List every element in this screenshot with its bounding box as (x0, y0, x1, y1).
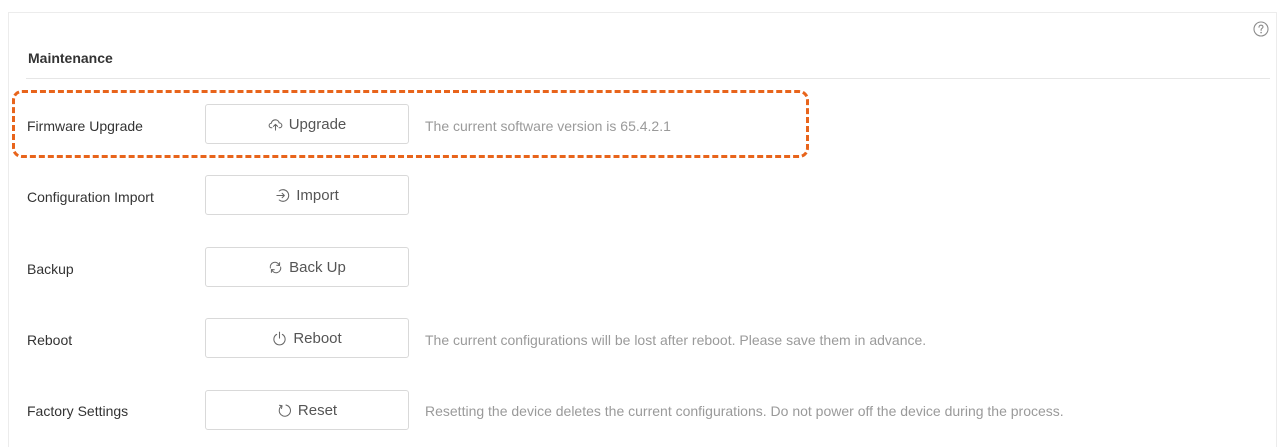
reset-button[interactable]: Reset (205, 390, 409, 430)
reboot-label: Reboot (27, 332, 73, 348)
sync-icon (268, 260, 283, 275)
reset-icon (277, 403, 292, 418)
reset-button-label: Reset (297, 401, 338, 419)
cloud-upload-icon (268, 117, 283, 132)
firmware-upgrade-label: Firmware Upgrade (27, 118, 143, 134)
import-icon (275, 188, 290, 203)
reboot-warning-text: The current configurations will be lost … (425, 332, 927, 348)
upgrade-button[interactable]: Upgrade (205, 104, 409, 144)
backup-label: Backup (27, 261, 74, 277)
factory-settings-label: Factory Settings (27, 403, 129, 419)
import-button-label: Import (296, 186, 339, 204)
back-up-button[interactable]: Back Up (205, 247, 409, 287)
software-version-text: The current software version is 65.4.2.1 (425, 118, 671, 134)
upgrade-button-label: Upgrade (288, 115, 347, 133)
reboot-button[interactable]: Reboot (205, 318, 409, 358)
back-up-button-label: Back Up (289, 258, 346, 276)
power-icon (272, 331, 287, 346)
import-button[interactable]: Import (205, 175, 409, 215)
section-title: Maintenance (28, 50, 113, 66)
reboot-button-label: Reboot (293, 329, 342, 347)
help-circle-icon[interactable] (1253, 21, 1269, 37)
reset-warning-text: Resetting the device deletes the current… (425, 403, 1064, 419)
configuration-import-label: Configuration Import (27, 189, 154, 205)
section-divider (26, 78, 1270, 79)
